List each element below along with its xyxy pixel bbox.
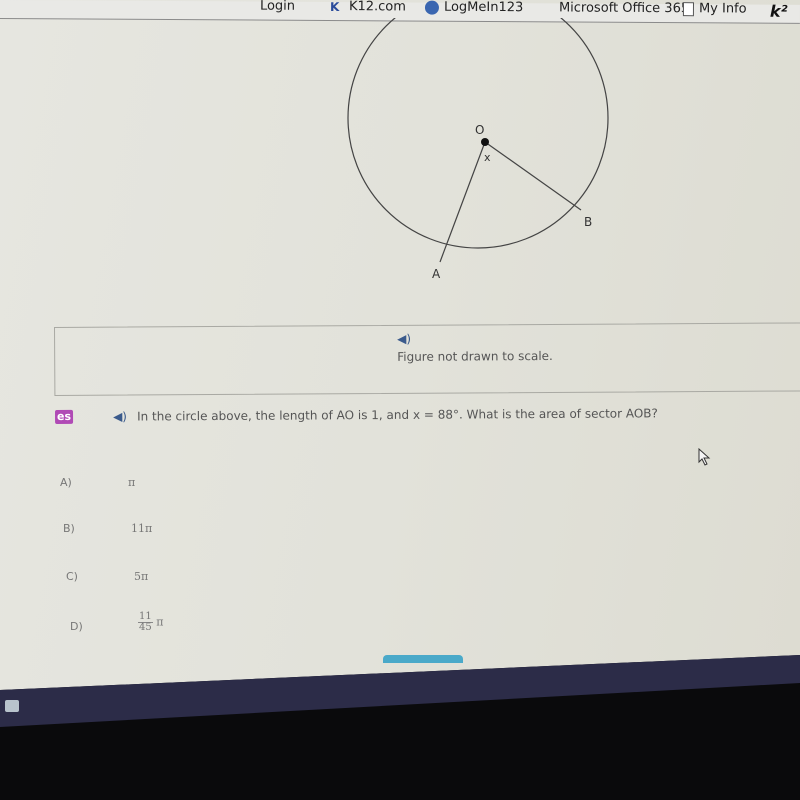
figure-note-text: Figure not drawn to scale. xyxy=(397,348,553,364)
k12-icon: K xyxy=(329,0,340,14)
spanish-toggle-badge[interactable]: es xyxy=(55,409,74,424)
bookmark-label: Login xyxy=(259,0,296,14)
speaker-icon[interactable]: ◀) xyxy=(113,410,127,424)
radius-ob xyxy=(484,141,582,211)
point-a-label: A xyxy=(432,267,441,281)
mouse-cursor-icon xyxy=(698,447,712,470)
angle-label: x xyxy=(484,151,491,164)
k2-icon: k² xyxy=(769,1,788,21)
fraction-suffix: π xyxy=(156,615,164,629)
folder-icon[interactable] xyxy=(5,700,19,712)
choice-value: 11π xyxy=(131,522,153,535)
choice-letter: A) xyxy=(60,476,72,489)
logmein-icon xyxy=(424,0,440,15)
fraction: 11 45 xyxy=(138,612,153,633)
bookmark-microsoft-office[interactable]: Microsoft Office 365 xyxy=(540,0,689,16)
figure-note-box: ◀) Figure not drawn to scale. xyxy=(54,322,800,396)
center-point xyxy=(481,138,489,146)
fraction-denominator: 45 xyxy=(139,622,152,633)
choice-letter: B) xyxy=(63,522,75,535)
bookmark-label: Microsoft Office 365 xyxy=(558,0,690,17)
bookmark-label: K12.com xyxy=(348,0,406,15)
choice-value: π xyxy=(128,476,136,489)
microsoft-icon xyxy=(540,1,554,15)
choice-letter: D) xyxy=(70,620,83,633)
bookmark-login[interactable]: Login xyxy=(260,0,295,14)
bookmark-k12[interactable]: K K12.com xyxy=(330,0,406,14)
choice-letter: C) xyxy=(66,570,78,583)
choice-value: 11 45 π xyxy=(138,612,163,633)
bookmark-k2[interactable]: k² xyxy=(770,2,788,21)
question: es ◀) In the circle above, the length of… xyxy=(55,406,675,424)
circle-figure: O x A B xyxy=(330,0,630,292)
choice-value: 5π xyxy=(134,570,149,583)
radius-oa xyxy=(439,141,486,263)
question-text: In the circle above, the length of AO is… xyxy=(136,406,658,424)
screen: Login K K12.com LogMeIn123 Microsoft Off… xyxy=(0,0,800,690)
bookmark-label: My Info xyxy=(698,1,747,17)
monitor-bezel xyxy=(0,655,800,735)
bookmark-my-info[interactable]: My Info xyxy=(682,1,747,17)
document-icon xyxy=(682,1,695,16)
point-b-label: B xyxy=(584,215,592,229)
bookmark-label: LogMeIn123 xyxy=(443,0,524,16)
bookmark-logmein[interactable]: LogMeIn123 xyxy=(424,0,524,16)
center-label: O xyxy=(475,123,484,137)
speaker-icon[interactable]: ◀) xyxy=(397,332,411,346)
